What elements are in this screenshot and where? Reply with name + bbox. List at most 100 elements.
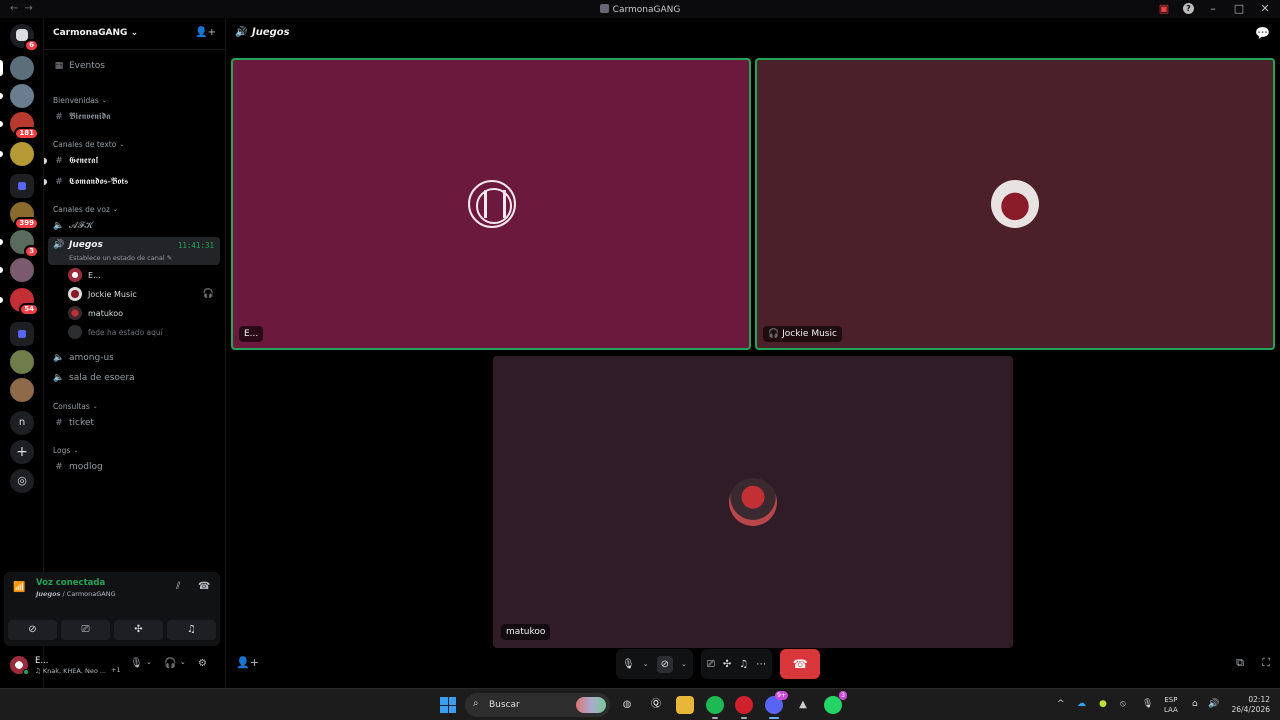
- server-icon-8[interactable]: [10, 350, 34, 374]
- server-folder-1[interactable]: [10, 174, 34, 198]
- camera-off-icon[interactable]: ⊘: [656, 655, 673, 673]
- participant-tile[interactable]: E...: [231, 58, 751, 350]
- channel-ticket[interactable]: # ticket: [48, 414, 220, 432]
- category-consultas[interactable]: Consultas ⌄: [48, 400, 220, 412]
- discord-taskbar-icon[interactable]: 9+: [765, 691, 788, 719]
- tray-app-icon[interactable]: ●: [1099, 699, 1107, 709]
- chevron-down-icon[interactable]: ⌄: [146, 658, 152, 666]
- more-options-icon[interactable]: ⋯: [756, 659, 766, 670]
- channel-comandos-bots[interactable]: # 𝕮𝖔𝖒𝖆𝖓𝖉𝖔𝖘-𝕭𝖔𝖙𝖘: [44, 173, 220, 191]
- volume-icon[interactable]: 🔊: [1208, 699, 1219, 709]
- voice-user[interactable]: matukoo: [68, 304, 218, 322]
- task-view-icon[interactable]: ◍: [618, 696, 636, 714]
- voice-location[interactable]: 𝙅𝙪𝙚𝙜𝙤𝙨 / CarmonaGANG: [36, 590, 116, 598]
- taskbar-search[interactable]: ⌕ Buscar: [465, 693, 610, 717]
- participant-tile[interactable]: matukoo: [493, 356, 1013, 648]
- close-icon[interactable]: ✕: [1258, 2, 1272, 15]
- clock[interactable]: 02:12 26/4/2026: [1228, 695, 1270, 715]
- voice-user-past[interactable]: fede ha estado aquí: [68, 323, 218, 341]
- user-name[interactable]: E...: [35, 656, 48, 666]
- chevron-down-icon[interactable]: ⌄: [180, 658, 186, 666]
- file-explorer-icon[interactable]: [676, 696, 694, 714]
- channel-among-us[interactable]: 🔈 among-us: [48, 349, 220, 367]
- soundboard-icon[interactable]: ♫: [739, 659, 748, 670]
- home-button[interactable]: 6: [10, 24, 39, 52]
- category-voice[interactable]: Canales de voz ⌄: [48, 203, 220, 215]
- noise-suppression-icon[interactable]: ⫽: [176, 581, 180, 592]
- server-icon-3[interactable]: [0, 142, 34, 166]
- windows-start-icon[interactable]: [440, 697, 456, 713]
- disconnect-icon[interactable]: ☎: [198, 581, 210, 592]
- speaker-icon: 🔈: [53, 373, 65, 383]
- language-indicator[interactable]: ESP LAA: [1164, 695, 1178, 715]
- speaker-icon: 🔊: [53, 240, 65, 250]
- screen-share-button[interactable]: ⎚: [61, 620, 110, 640]
- channel-general[interactable]: # 𝕲𝖊𝖓𝖊𝖗𝖆𝖑: [44, 152, 220, 170]
- disconnect-button[interactable]: ☎: [780, 649, 821, 679]
- minimize-icon[interactable]: –: [1206, 2, 1220, 15]
- add-server-icon[interactable]: +: [10, 440, 34, 464]
- whatsapp-icon[interactable]: 3: [824, 691, 847, 714]
- invite-member-icon[interactable]: 👤+: [195, 27, 216, 38]
- tray-app-icon[interactable]: ⦸: [1120, 699, 1126, 709]
- screen-share-icon[interactable]: ⎚: [707, 659, 715, 670]
- settings-gear-icon[interactable]: ⚙: [198, 658, 207, 669]
- spotify-icon[interactable]: [706, 696, 724, 719]
- signal-icon[interactable]: 📶: [13, 582, 25, 593]
- chat-bubble-icon[interactable]: 💬: [1255, 26, 1270, 40]
- server-icon-2[interactable]: [0, 84, 34, 108]
- running-indicator: [741, 717, 747, 719]
- server-icon-4[interactable]: 399: [10, 202, 39, 230]
- microphone-icon[interactable]: 🎙: [622, 659, 635, 670]
- channel-modlog[interactable]: # modlog: [48, 458, 220, 476]
- activities-button[interactable]: ✣: [114, 620, 163, 640]
- av-controls: 🎙 ⌄ ⊘ ⌄: [616, 649, 693, 679]
- server-icon-9[interactable]: [10, 378, 34, 402]
- soundboard-button[interactable]: ♫: [167, 620, 216, 640]
- microphone-tray-icon[interactable]: 🎙: [1142, 699, 1153, 709]
- onedrive-icon[interactable]: ☁: [1077, 699, 1086, 709]
- chevron-down-icon[interactable]: ⌄: [681, 660, 687, 668]
- events-item[interactable]: ▦ Eventos: [48, 57, 220, 75]
- popout-icon[interactable]: ⧉: [1236, 656, 1244, 670]
- server-icon-6[interactable]: [0, 258, 34, 282]
- invite-to-call-icon[interactable]: 👤+: [236, 656, 259, 669]
- channel-status[interactable]: Establece un estado de canal ✎: [69, 254, 172, 262]
- app-q-icon[interactable]: Ⓠ: [647, 696, 665, 714]
- voice-user[interactable]: E...: [68, 266, 218, 284]
- microphone-icon[interactable]: 🎙: [130, 658, 143, 669]
- server-icon-1[interactable]: [0, 56, 34, 80]
- server-folder-2[interactable]: [10, 322, 34, 346]
- app-triangle-icon[interactable]: ▲: [794, 696, 812, 714]
- participant-label: 🎧 Jockie Music: [763, 326, 842, 342]
- channel-bienvenida[interactable]: # 𝕭𝖎𝖊𝖓𝖛𝖊𝖓𝖎𝖉𝖆: [48, 108, 220, 126]
- call-timer: 11:41:31: [177, 241, 214, 250]
- server-icon-5[interactable]: 3: [0, 230, 39, 258]
- voice-status[interactable]: Voz conectada: [36, 578, 105, 588]
- participant-tile[interactable]: 🎧 Jockie Music: [755, 58, 1275, 350]
- discover-icon[interactable]: ◎: [10, 469, 34, 493]
- server-name[interactable]: CarmonaGANG ⌄: [53, 28, 138, 38]
- server-icon-7[interactable]: 54: [0, 288, 39, 316]
- voice-user[interactable]: Jockie Music 🎧: [68, 285, 218, 303]
- opera-icon[interactable]: [735, 696, 753, 719]
- channel-sala-espera[interactable]: 🔈 sala de esoera: [48, 369, 220, 387]
- activities-icon[interactable]: ✣: [723, 659, 731, 670]
- headphones-icon[interactable]: 🎧: [164, 658, 176, 669]
- server-icon-lol[interactable]: 181: [0, 112, 39, 140]
- help-icon[interactable]: ?: [1183, 3, 1194, 14]
- network-icon[interactable]: ⌂: [1192, 699, 1198, 709]
- chevron-down-icon[interactable]: ⌄: [643, 660, 649, 668]
- category-text[interactable]: Canales de texto ⌄: [48, 138, 220, 150]
- server-icon-n[interactable]: n: [10, 411, 34, 435]
- inbox-icon[interactable]: ▣: [1157, 2, 1171, 15]
- channel-juegos[interactable]: 🔊 𝙅𝙪𝙚𝙜𝙤𝙨 11:41:31 Establece un estado de …: [48, 237, 220, 265]
- category-logs[interactable]: Logs ⌄: [48, 444, 220, 456]
- tray-overflow-icon[interactable]: ^: [1057, 699, 1065, 709]
- camera-off-button[interactable]: ⊘: [8, 620, 57, 640]
- channel-afk[interactable]: 🔈 𝓐𝓕𝓚: [48, 217, 220, 235]
- maximize-icon[interactable]: □: [1232, 2, 1246, 15]
- server-header[interactable]: CarmonaGANG ⌄ 👤+: [44, 18, 226, 50]
- fullscreen-icon[interactable]: ⛶: [1262, 656, 1270, 670]
- category-welcome[interactable]: Bienvenidas ⌄: [48, 94, 220, 106]
